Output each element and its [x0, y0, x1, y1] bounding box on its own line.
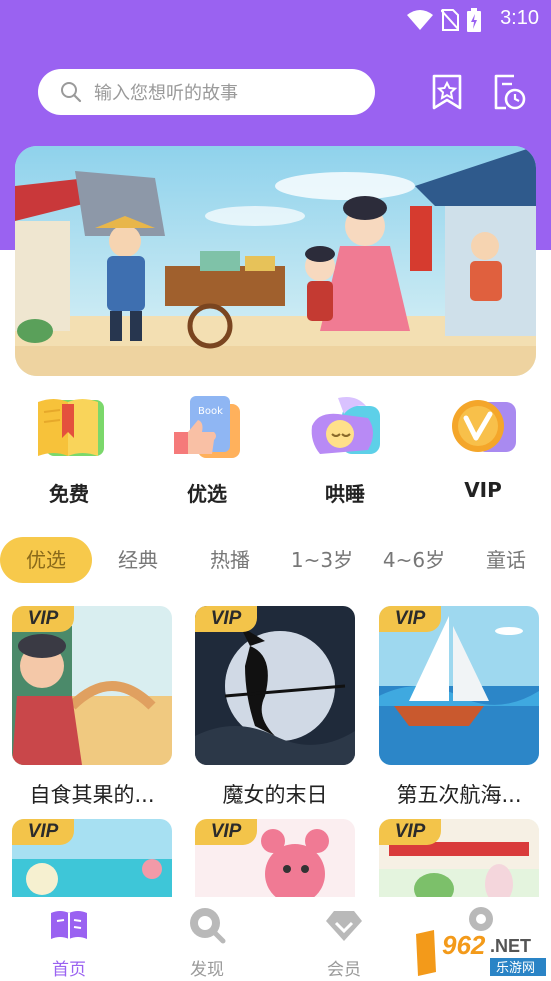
watermark-text: 乐游网	[496, 961, 535, 976]
status-bar: 3:10	[0, 0, 551, 38]
category-featured[interactable]: Book 优选	[152, 392, 262, 507]
search-placeholder: 输入您想听的故事	[94, 83, 238, 104]
nav-member[interactable]: 会员	[299, 905, 389, 980]
vip-badge: VIP	[12, 606, 74, 632]
story-title: 魔女的末日	[222, 783, 328, 807]
vip-badge: VIP	[195, 819, 257, 845]
tab-classic[interactable]: 经典	[108, 537, 168, 583]
book-icon	[32, 392, 106, 464]
category-label: 优选	[187, 482, 227, 506]
category-vip[interactable]: VIP	[428, 392, 538, 502]
tab-popular[interactable]: 热播	[200, 537, 260, 583]
category-shortcuts: 免费 Book 优选 哄睡 VIP	[0, 392, 551, 512]
tab-featured[interactable]: 优选	[0, 537, 92, 583]
svg-text:Book: Book	[198, 406, 223, 417]
no-sim-icon	[441, 9, 459, 31]
story-card[interactable]: VIP 自食其果的...	[12, 606, 172, 809]
status-time: 3:10	[500, 7, 539, 29]
category-tabs: 优选 经典 热播 1~3岁 4~6岁 童话	[0, 537, 551, 583]
home-book-icon	[49, 905, 89, 945]
story-title: 第五次航海...	[396, 783, 522, 807]
history-icon[interactable]	[492, 74, 526, 110]
story-card[interactable]: VIP 魔女的末日	[195, 606, 355, 809]
nav-label: 发现	[190, 960, 224, 980]
vip-badge: VIP	[379, 819, 441, 845]
nav-discover[interactable]: 发现	[162, 905, 252, 980]
moon-pillow-icon	[308, 392, 382, 464]
watermark-logo: 962 .NET 乐游网	[412, 928, 548, 978]
vip-coin-icon	[446, 392, 520, 464]
nav-label: 会员	[327, 960, 361, 980]
category-label: 免费	[49, 482, 89, 506]
category-label: 哄睡	[325, 482, 365, 506]
favorites-icon[interactable]	[430, 74, 464, 110]
watermark-suffix: .NET	[490, 936, 531, 956]
search-input[interactable]: 输入您想听的故事	[38, 69, 375, 115]
vip-badge: VIP	[12, 819, 74, 845]
member-diamond-icon	[324, 905, 364, 945]
nav-label: 首页	[52, 960, 86, 980]
nav-home[interactable]: 首页	[24, 905, 114, 980]
story-cover: VIP	[195, 606, 355, 765]
tab-age-1-3[interactable]: 1~3岁	[284, 537, 360, 583]
search-icon	[61, 82, 82, 103]
tab-fairy-tales[interactable]: 童话	[476, 537, 536, 583]
banner-illustration	[15, 146, 536, 376]
category-free[interactable]: 免费	[14, 392, 124, 507]
vip-badge: VIP	[379, 606, 441, 632]
story-cover: VIP	[379, 606, 539, 765]
app-screen: 3:10 输入您想听的故事 免费 Book 优选 哄睡 VIP 优选 经典 热播…	[0, 0, 551, 981]
story-title: 自食其果的...	[29, 783, 155, 807]
status-icons	[407, 8, 481, 32]
banner-carousel[interactable]	[15, 146, 536, 376]
category-label: VIP	[464, 478, 502, 502]
thumbs-up-book-icon: Book	[170, 392, 244, 464]
battery-charging-icon	[467, 8, 481, 32]
story-card[interactable]: VIP 第五次航海...	[379, 606, 539, 809]
tab-age-4-6[interactable]: 4~6岁	[376, 537, 452, 583]
discover-icon	[187, 905, 227, 945]
vip-badge: VIP	[195, 606, 257, 632]
category-bedtime[interactable]: 哄睡	[290, 392, 400, 507]
story-cover: VIP	[12, 606, 172, 765]
wifi-icon	[407, 10, 433, 30]
watermark-number: 962	[442, 930, 486, 960]
